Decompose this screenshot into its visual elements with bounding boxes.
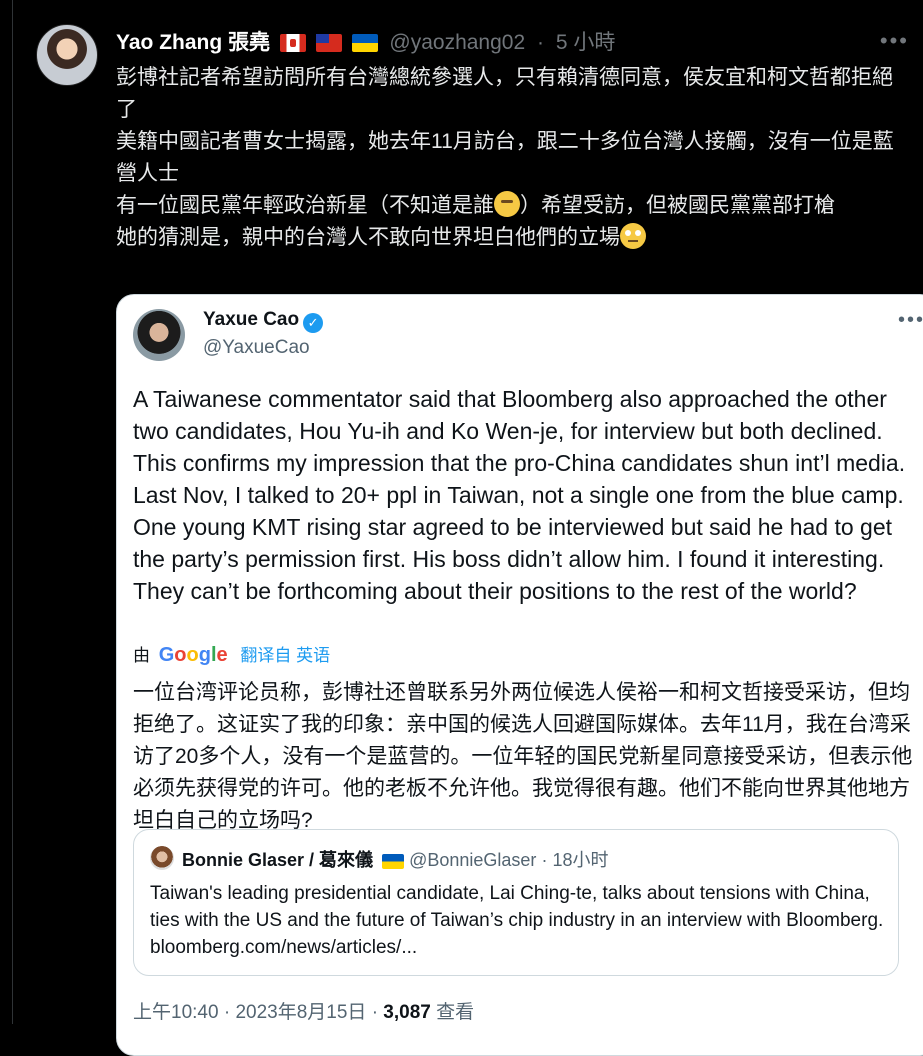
- author-handle[interactable]: @yaozhang02: [389, 31, 525, 54]
- quoted-time[interactable]: 18小时: [552, 850, 608, 870]
- embedded-handle[interactable]: @YaxueCao: [203, 337, 310, 359]
- ukraine-flag-icon: [351, 34, 378, 52]
- post-time[interactable]: 5 小時: [556, 31, 616, 54]
- post-line: 有一位國民黨年輕政治新星（不知道是誰 ）希望受訪，但被國民黨黨部打槍: [116, 190, 903, 222]
- post-text: 彭博社記者希望訪問所有台灣總統參選人，只有賴清德同意，侯友宜和柯文哲都拒絕了 美…: [116, 62, 903, 254]
- google-logo: Google: [158, 644, 228, 666]
- post-line: 她的猜測是，親中的台灣人不敢向世界坦白他們的立場: [116, 222, 903, 254]
- post[interactable]: Yao Zhang 張堯 @yaozhang02 · 5 小時 ••• 彭博社記…: [30, 0, 923, 1056]
- quoted-header: Bonnie Glaser / 葛來儀 @BonnieGlaser · 18小时: [182, 846, 608, 872]
- views-count: 3,087: [383, 1002, 431, 1023]
- taiwan-flag-icon: [315, 34, 342, 52]
- separator-dot: ·: [537, 31, 544, 54]
- post-line: 美籍中國記者曹女士揭露，她去年11月訪台，跟二十多位台灣人接觸，沒有一位是藍營人…: [116, 130, 894, 185]
- separator-dot: ·: [541, 850, 548, 870]
- embedded-avatar[interactable]: [133, 309, 185, 361]
- quoted-author[interactable]: Bonnie Glaser / 葛來儀: [182, 850, 373, 870]
- verified-icon: ✓: [303, 313, 324, 333]
- embedded-post-text: A Taiwanese commentator said that Bloomb…: [133, 386, 906, 604]
- post-footer: 上午10:40 · 2023年8月15日 · 3,087 查看: [133, 997, 474, 1024]
- eye-roll-emoji: [620, 223, 646, 249]
- post-header: Yao Zhang 張堯 @yaozhang02 · 5 小時: [116, 26, 923, 56]
- embedded-post-card[interactable]: Yaxue Cao ✓ @YaxueCao ••• A Taiwanese com…: [116, 294, 923, 1056]
- ukraine-flag-icon: [382, 854, 405, 869]
- timeline-divider: [12, 0, 13, 1024]
- translated-text: 一位台湾评论员称，彭博社还曾联系另外两位候选人侯裕一和柯文哲接受采访，但均拒绝了…: [133, 681, 913, 832]
- timeline: Yao Zhang 張堯 @yaozhang02 · 5 小時 ••• 彭博社記…: [0, 0, 923, 1056]
- translation-attribution: 由 Google 翻译自 英语: [133, 644, 331, 666]
- quoted-text: Taiwan's leading presidential candidate,…: [150, 883, 884, 958]
- post-line: 彭博社記者希望訪問所有台灣總統參選人，只有賴清德同意，侯友宜和柯文哲都拒絕了: [116, 66, 893, 121]
- footer-time[interactable]: 上午10:40: [133, 1002, 219, 1023]
- quoted-avatar[interactable]: [150, 846, 174, 870]
- thinking-face-emoji: [494, 191, 520, 217]
- avatar[interactable]: [36, 24, 98, 86]
- canada-flag-icon: [279, 34, 306, 52]
- views-label: 查看: [436, 1002, 475, 1023]
- footer-date[interactable]: 2023年8月15日: [235, 1002, 366, 1023]
- separator-dot: ·: [371, 1002, 379, 1023]
- more-icon[interactable]: •••: [880, 28, 909, 54]
- quoted-handle[interactable]: @BonnieGlaser: [409, 850, 536, 870]
- author-name[interactable]: Yao Zhang 張堯: [116, 31, 270, 54]
- quoted-post[interactable]: Bonnie Glaser / 葛來儀 @BonnieGlaser · 18小时…: [133, 829, 899, 976]
- separator-dot: ·: [223, 1002, 231, 1023]
- translate-link[interactable]: 翻译自 英语: [240, 646, 330, 665]
- more-icon[interactable]: •••: [898, 309, 923, 332]
- embedded-author[interactable]: Yaxue Cao ✓: [203, 309, 324, 333]
